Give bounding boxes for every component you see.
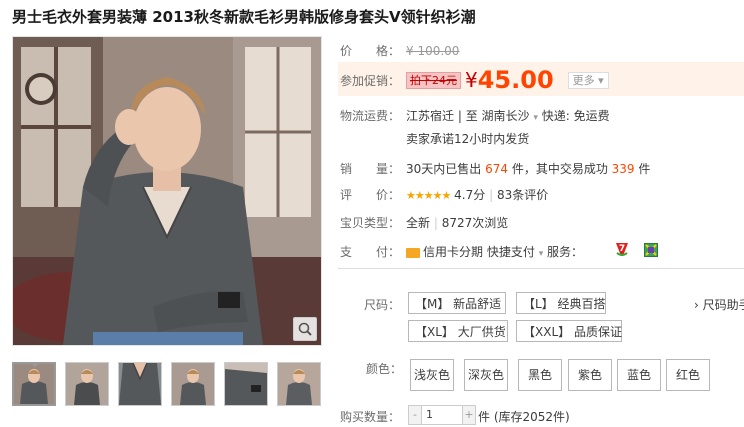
size-helper-link[interactable]: › 尺码助手 [694, 296, 744, 313]
payment-row: 支 付： 信用卡分期 快捷支付 ▾ 服务： [340, 243, 583, 260]
thumbnail-1[interactable] [12, 362, 56, 406]
promo-row: 参加促销： 拍下24元 ¥45.00 更多 ▾ [340, 66, 609, 94]
item-condition: 全新 [406, 216, 431, 230]
type-row: 宝贝类型： 全新 | 8727次浏览 [340, 214, 508, 231]
quantity-plus-button[interactable]: + [463, 406, 475, 424]
view-count: 8727次浏览 [441, 216, 509, 230]
ship-separator: | 至 [457, 109, 478, 123]
size-option-m[interactable]: 【M】 新品舒适 [408, 292, 506, 314]
rating-label: 评 价： [340, 188, 401, 202]
credit-card-icon [406, 247, 420, 258]
quantity-label: 购买数量： [340, 410, 401, 424]
original-price: ¥ 100.00 [406, 44, 460, 58]
section-divider [338, 268, 744, 269]
price-label: 价 格： [340, 44, 401, 58]
promo-label: 参加促销： [340, 73, 401, 88]
size-option-xl[interactable]: 【XL】 大厂供货 [408, 320, 508, 342]
seven-day-return-icon[interactable]: 7 [614, 241, 630, 257]
promo-tag: 拍下24元 [406, 71, 461, 89]
sales-post: 件 [634, 162, 651, 176]
sales-row: 销 量： 30天内已售出 674 件，其中交易成功 339 件 [340, 160, 650, 177]
size-label: 尺码： [364, 298, 401, 312]
model-photo [13, 37, 321, 345]
color-option-black[interactable]: 黑色 [518, 359, 562, 391]
sales-mid: 件，其中交易成功 [508, 162, 612, 176]
zoom-icon[interactable] [293, 317, 317, 341]
type-label: 宝贝类型： [340, 216, 401, 230]
rating-row: 评 价： ★★★★★ 4.7分 | 83条评价 [340, 186, 548, 203]
thumbnail-3[interactable] [118, 362, 162, 406]
fast-pay[interactable]: 快捷支付 [487, 245, 535, 259]
thumbnail-6[interactable] [277, 362, 321, 406]
success-count: 339 [611, 162, 635, 176]
promo-price: 45.00 [477, 66, 554, 94]
sales-pre: 30天内已售出 [406, 162, 486, 176]
type-separator: | [433, 216, 438, 230]
rating-score: 4.7分 [454, 188, 486, 202]
service-label: 服务： [547, 245, 584, 259]
size-option-xxl[interactable]: 【XXL】 品质保证 [516, 320, 622, 342]
color-option-red[interactable]: 红色 [666, 359, 710, 391]
credit-installment[interactable]: 信用卡分期 [423, 245, 483, 259]
currency-symbol: ¥ [465, 68, 478, 92]
shipping-row: 物流运费： 江苏宿迁 | 至 湖南长沙 ▾ 快递: 免运费 [340, 107, 610, 124]
reviews-link[interactable]: 83条评价 [497, 188, 548, 202]
ship-promise: 卖家承诺12小时内发货 [406, 132, 530, 146]
quantity-input[interactable]: 1 [421, 406, 463, 424]
color-option-purple[interactable]: 紫色 [568, 359, 612, 391]
rating-separator: | [489, 188, 494, 202]
thumbnail-5[interactable] [224, 362, 268, 406]
ship-from: 江苏宿迁 [406, 109, 455, 123]
chevron-down-icon[interactable]: ▾ [533, 113, 538, 123]
guarantee-icon[interactable] [644, 242, 658, 257]
color-option-dark-gray[interactable]: 深灰色 [464, 359, 508, 391]
color-option-light-gray[interactable]: 浅灰色 [410, 359, 454, 391]
price-row: 价 格： ¥ 100.00 [340, 42, 459, 59]
shipping-fee: 快递: 免运费 [541, 109, 610, 123]
sold-count: 674 [485, 162, 508, 176]
more-promos-button[interactable]: 更多 ▾ [567, 71, 609, 89]
quantity-minus-button[interactable]: - [409, 406, 421, 424]
thumbnail-2[interactable] [65, 362, 109, 406]
color-label: 颜色： [366, 362, 403, 376]
ship-to-selector[interactable]: 湖南长沙 [482, 109, 530, 123]
stock-info: 件 (库存2052件) [478, 410, 570, 424]
payment-label: 支 付： [340, 245, 401, 259]
star-rating-icon: ★★★★★ [406, 189, 451, 202]
size-option-l[interactable]: 【L】 经典百搭 [516, 292, 606, 314]
thumbnail-strip [12, 362, 321, 406]
thumbnail-4[interactable] [171, 362, 215, 406]
shipping-label: 物流运费： [340, 109, 401, 123]
chevron-down-icon[interactable]: ▾ [539, 249, 544, 259]
product-title: 男士毛衣外套男装薄 2013秋冬新款毛衫男韩版修身套头V领针织衫潮 [12, 8, 476, 26]
svg-text:7: 7 [619, 244, 625, 254]
color-option-blue[interactable]: 蓝色 [617, 359, 661, 391]
sales-label: 销 量： [340, 162, 401, 176]
main-product-image[interactable] [12, 36, 322, 346]
quantity-stepper: - 1 + [408, 405, 476, 425]
